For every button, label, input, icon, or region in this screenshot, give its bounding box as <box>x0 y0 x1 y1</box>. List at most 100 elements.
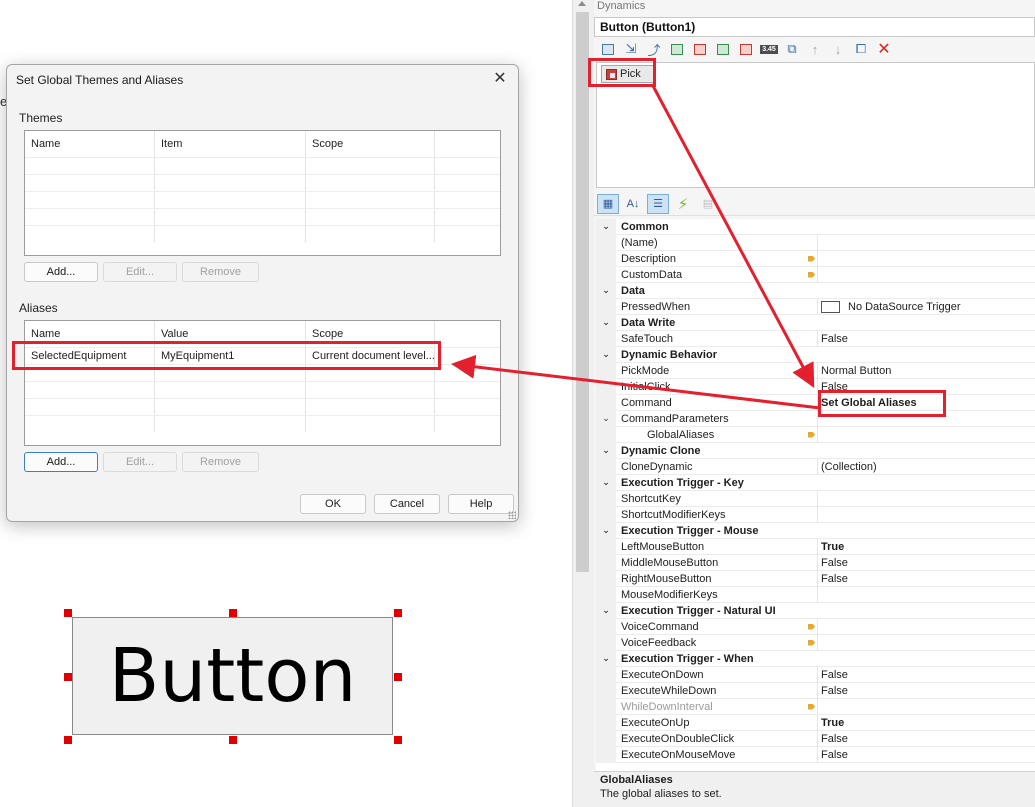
table-row[interactable] <box>25 398 500 415</box>
property-row[interactable]: ExecuteWhileDown False <box>596 682 1035 699</box>
property-editor-icon[interactable] <box>808 623 815 630</box>
resize-handle-bottom-center[interactable] <box>229 736 237 744</box>
property-value[interactable] <box>818 619 1035 635</box>
close-icon[interactable]: ✕ <box>490 69 510 89</box>
resize-handle-bottom-left[interactable] <box>64 736 72 744</box>
resize-handle-middle-right[interactable] <box>394 673 402 681</box>
property-value[interactable] <box>818 251 1035 267</box>
property-row[interactable]: CustomData <box>596 266 1035 283</box>
property-value[interactable]: (Collection) <box>818 459 1035 475</box>
property-row[interactable]: WhileDownInterval <box>596 698 1035 715</box>
aliases-edit-button[interactable]: Edit... <box>103 452 177 472</box>
property-value[interactable] <box>818 699 1035 715</box>
move-up-icon[interactable]: ↑ <box>805 40 825 58</box>
property-row[interactable]: ⌄ CommandParameters <box>596 410 1035 427</box>
property-row[interactable]: CloneDynamic (Collection) <box>596 458 1035 475</box>
property-row[interactable]: MiddleMouseButton False <box>596 554 1035 571</box>
property-category[interactable]: ⌄ Execution Trigger - When <box>596 650 1035 667</box>
scale-dynamic-icon[interactable] <box>667 40 687 58</box>
property-row[interactable]: ExecuteOnMouseMove False <box>596 746 1035 763</box>
property-value[interactable] <box>818 491 1035 507</box>
scrollbar-thumb[interactable] <box>576 12 589 572</box>
aliases-table[interactable]: Name Value Scope SelectedEquipment MyEqui… <box>24 320 501 446</box>
property-value[interactable]: False <box>818 331 1035 347</box>
themes-table[interactable]: Name Item Scope <box>24 130 501 256</box>
resize-handle-top-center[interactable] <box>229 609 237 617</box>
text-dynamic-icon[interactable]: 3.45 <box>759 40 779 58</box>
property-category[interactable]: ⌄ Execution Trigger - Natural UI <box>596 602 1035 619</box>
table-row[interactable] <box>25 225 500 242</box>
property-row[interactable]: LeftMouseButton True <box>596 538 1035 555</box>
collapse-chevron-icon[interactable]: ⌄ <box>596 522 616 539</box>
events-icon[interactable]: ⚡ <box>672 194 694 214</box>
property-row[interactable]: (Name) <box>596 234 1035 251</box>
table-row[interactable] <box>25 208 500 225</box>
expand-chevron-icon[interactable]: ⌄ <box>602 413 610 424</box>
group-dynamic-icon[interactable]: ⧉ <box>782 40 802 58</box>
property-editor-icon[interactable] <box>808 639 815 646</box>
property-value[interactable]: False <box>818 667 1035 683</box>
table-row[interactable] <box>25 415 500 432</box>
property-row[interactable]: Description <box>596 250 1035 267</box>
property-category[interactable]: ⌄ Data <box>596 282 1035 299</box>
collapse-chevron-icon[interactable]: ⌄ <box>596 442 616 459</box>
property-value[interactable]: True <box>818 539 1035 555</box>
color-dynamic-icon[interactable] <box>690 40 710 58</box>
collapse-chevron-icon[interactable]: ⌄ <box>596 282 616 299</box>
property-category[interactable]: ⌄ Execution Trigger - Key <box>596 474 1035 491</box>
delete-icon[interactable]: ✕ <box>874 40 894 58</box>
resize-handle-bottom-right[interactable] <box>394 736 402 744</box>
aliases-add-button[interactable]: Add... <box>24 452 98 472</box>
property-pages-icon[interactable]: ▤ <box>697 194 719 214</box>
aliases-remove-button[interactable]: Remove <box>182 452 259 472</box>
column-header-scope[interactable]: Scope <box>306 131 435 157</box>
themes-add-button[interactable]: Add... <box>24 262 98 282</box>
property-row[interactable]: ExecuteOnUp True <box>596 714 1035 731</box>
property-value[interactable]: False <box>818 571 1035 587</box>
property-row[interactable]: ShortcutModifierKeys <box>596 506 1035 523</box>
property-value[interactable]: No DataSource Trigger <box>818 299 1035 315</box>
property-category[interactable]: ⌄ Execution Trigger - Mouse <box>596 522 1035 539</box>
property-category[interactable]: ⌄ Dynamic Behavior <box>596 346 1035 363</box>
property-row[interactable]: PressedWhen No DataSource Trigger <box>596 298 1035 315</box>
fill-dynamic-icon[interactable] <box>713 40 733 58</box>
property-category[interactable]: ⌄ Common <box>596 219 1035 235</box>
property-value[interactable] <box>818 427 1035 443</box>
property-value[interactable] <box>818 587 1035 603</box>
property-value[interactable]: False <box>818 555 1035 571</box>
property-row[interactable]: PickMode Normal Button <box>596 362 1035 379</box>
property-value[interactable] <box>818 235 1035 251</box>
collapse-chevron-icon[interactable]: ⌄ <box>596 474 616 491</box>
property-category[interactable]: ⌄ Dynamic Clone <box>596 442 1035 459</box>
help-button[interactable]: Help <box>448 494 514 514</box>
collapse-chevron-icon[interactable]: ⌄ <box>596 314 616 331</box>
property-value[interactable] <box>818 507 1035 523</box>
property-row[interactable]: InitialClick False <box>596 378 1035 395</box>
pick-dynamic-icon[interactable] <box>736 40 756 58</box>
property-category[interactable]: ⌄ Data Write <box>596 314 1035 331</box>
properties-view-icon[interactable]: ☰ <box>647 193 669 214</box>
collapse-chevron-icon[interactable]: ⌄ <box>596 602 616 619</box>
scroll-up-icon[interactable] <box>578 1 586 6</box>
table-row[interactable] <box>25 157 500 174</box>
resize-grip-icon[interactable] <box>508 511 516 519</box>
property-row[interactable]: GlobalAliases <box>596 426 1035 443</box>
vertical-scrollbar[interactable] <box>572 0 594 807</box>
property-row[interactable]: MouseModifierKeys <box>596 586 1035 603</box>
property-row[interactable]: RightMouseButton False <box>596 570 1035 587</box>
select-dynamic-icon[interactable] <box>598 40 618 58</box>
table-row[interactable] <box>25 381 500 398</box>
alphabetical-sort-icon[interactable]: A↓ <box>622 194 644 214</box>
property-value[interactable] <box>818 635 1035 651</box>
ok-button[interactable]: OK <box>300 494 366 514</box>
property-editor-icon[interactable] <box>808 431 815 438</box>
property-value[interactable]: True <box>818 715 1035 731</box>
property-row[interactable]: ShortcutKey <box>596 490 1035 507</box>
property-editor-icon[interactable] <box>808 271 815 278</box>
categorized-icon[interactable]: ▦ <box>597 193 619 214</box>
move-down-icon[interactable]: ↓ <box>828 40 848 58</box>
property-row[interactable]: VoiceCommand <box>596 618 1035 635</box>
property-editor-icon[interactable] <box>808 703 815 710</box>
property-value[interactable] <box>818 267 1035 283</box>
resize-handle-top-right[interactable] <box>394 609 402 617</box>
